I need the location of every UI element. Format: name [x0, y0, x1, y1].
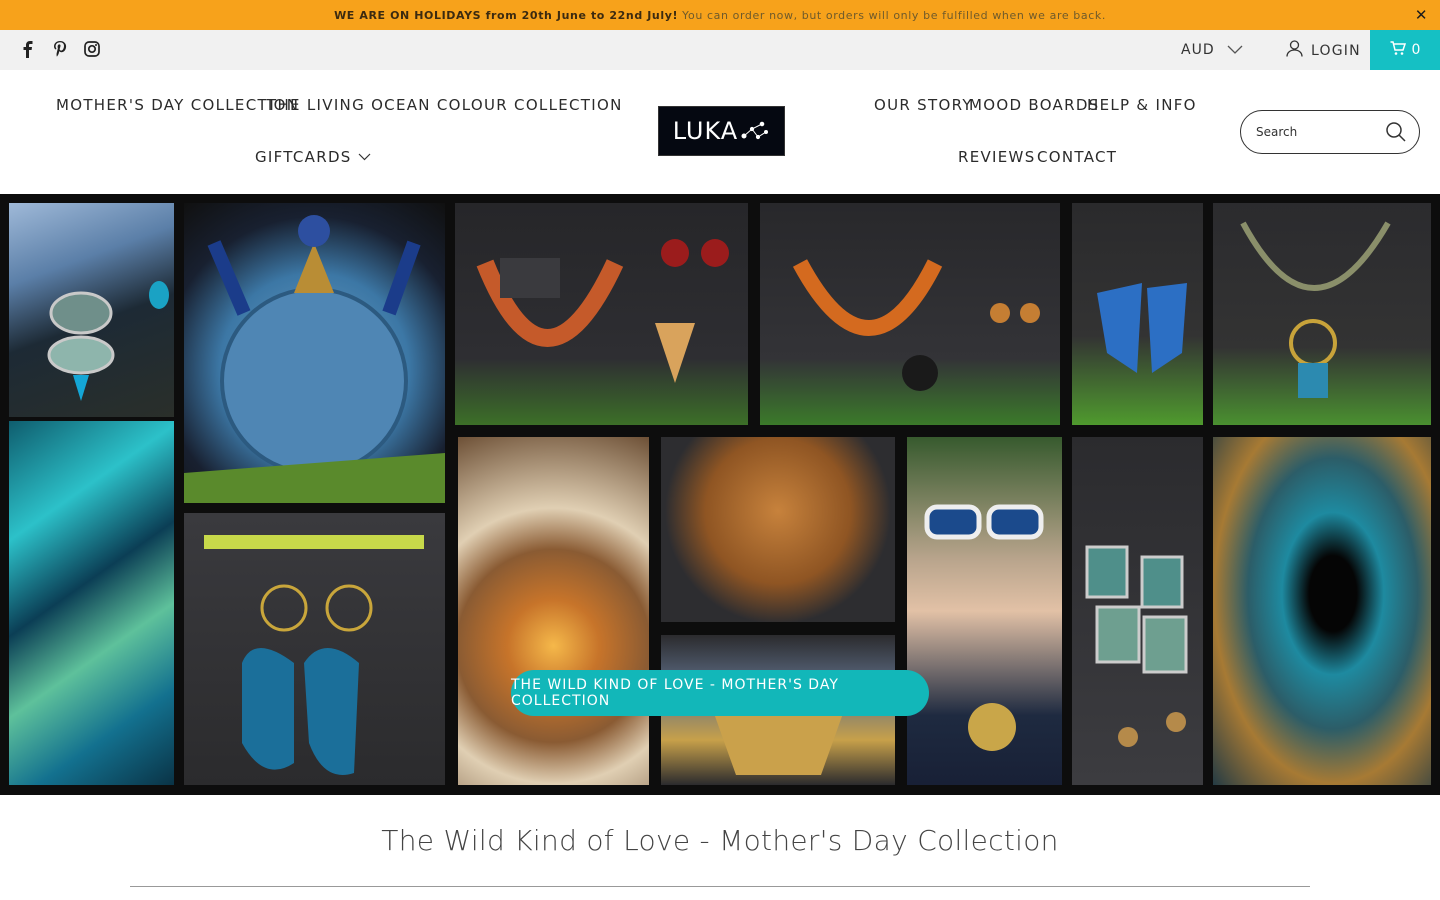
hero-collection-button[interactable]: THE WILD KIND OF LOVE - MOTHER'S DAY COL…: [511, 670, 929, 716]
chevron-down-icon: [358, 153, 371, 161]
nav-contact[interactable]: CONTACT: [1037, 148, 1117, 166]
hero-tile-labradorite-earrings: [1072, 203, 1203, 425]
chevron-down-icon: [1227, 42, 1243, 58]
nav-help-info[interactable]: HELP & INFO: [1087, 96, 1197, 114]
search-icon[interactable]: [1385, 121, 1407, 143]
user-icon: [1286, 40, 1303, 61]
currency-selector[interactable]: AUD: [1181, 42, 1243, 58]
hero-tile-copper-earring: [661, 437, 895, 622]
top-utility-bar: AUD LOGIN 0: [0, 30, 1440, 70]
hero-tile-opal-necklace: [9, 203, 174, 417]
divider: [130, 886, 1310, 887]
nav-living-ocean-collection[interactable]: THE LIVING OCEAN COLOUR COLLECTION: [267, 96, 623, 114]
hero-tile-teal-drop-earrings: [1072, 437, 1203, 785]
announcement-soft-text: You can order now, but orders will only …: [682, 8, 1106, 22]
cart-count: 0: [1411, 42, 1421, 58]
login-label: LOGIN: [1311, 42, 1361, 59]
hero-tile-shell-spiral: [458, 437, 649, 785]
constellation-icon: [741, 121, 769, 140]
logo-text: LUKA: [672, 117, 739, 145]
hero-banner[interactable]: THE WILD KIND OF LOVE - MOTHER'S DAY COL…: [0, 194, 1440, 795]
hero-tile-lapis-pendant: [184, 203, 445, 503]
search-input[interactable]: [1256, 125, 1376, 139]
close-icon[interactable]: ✕: [1415, 6, 1428, 24]
announcement-bar: WE ARE ON HOLIDAYS from 20th June to 22n…: [0, 0, 1440, 30]
search-box: [1240, 110, 1420, 154]
luka-logo[interactable]: LUKA: [658, 106, 785, 156]
instagram-icon[interactable]: [82, 39, 102, 59]
hero-tile-peacock-eye: [1213, 437, 1431, 785]
hero-tile-red-necklace: [455, 203, 748, 425]
nav-mood-boards[interactable]: MOOD BOARDS: [969, 96, 1100, 114]
hero-tile-orange-necklace: [760, 203, 1060, 425]
nav-our-story[interactable]: OUR STORY: [874, 96, 973, 114]
nav-mothers-day-collection[interactable]: MOTHER'S DAY COLLECTION: [56, 96, 299, 114]
social-links: [18, 39, 102, 59]
page-title: The Wild Kind of Love - Mother's Day Col…: [381, 824, 1059, 857]
login-link[interactable]: LOGIN: [1286, 40, 1361, 61]
announcement-strong-text: WE ARE ON HOLIDAYS from 20th June to 22n…: [334, 8, 679, 22]
nav-reviews[interactable]: REVIEWS: [958, 148, 1036, 166]
cart-button[interactable]: 0: [1370, 30, 1440, 70]
cart-icon: [1390, 40, 1406, 60]
hero-tile-blue-texture: [9, 421, 174, 785]
facebook-icon[interactable]: [18, 39, 38, 59]
nav-giftcards-label: GIFTCARDS: [255, 148, 352, 166]
hero-tile-woman-portrait: [907, 437, 1062, 785]
nav-giftcards[interactable]: GIFTCARDS: [255, 148, 371, 166]
hero-tile-gold-necklace: [1213, 203, 1431, 425]
pinterest-icon[interactable]: [50, 39, 70, 59]
hero-tile-blue-earrings: [184, 513, 445, 785]
currency-value: AUD: [1181, 42, 1215, 58]
